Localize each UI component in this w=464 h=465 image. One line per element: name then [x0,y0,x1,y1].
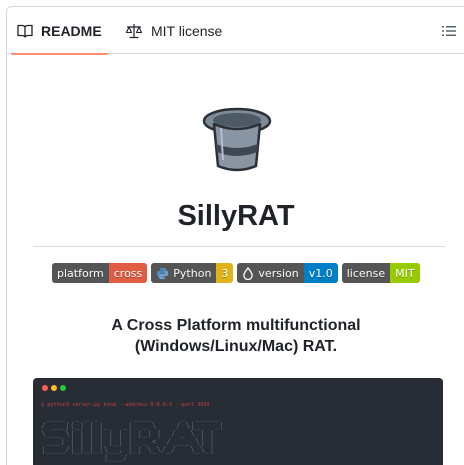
tab-mit-license[interactable]: MIT license [125,7,222,54]
minimize-dot [51,385,57,391]
terminal-screenshot: $ python3 server.py bind --address 0.0.0… [33,378,443,465]
outline-button[interactable] [439,21,459,41]
scale-icon [125,23,143,38]
tab-mit-license-label: MIT license [151,22,223,39]
maximize-dot [60,385,66,391]
tab-readme[interactable]: README [11,7,108,55]
readme-box: README MIT license SillyRAT platform cro… [6,6,464,465]
tab-readme-label: README [41,22,102,39]
list-outline-icon [442,26,456,36]
readme-description: A Cross Platform multifunctional (Window… [7,315,464,357]
badge-python[interactable]: Python 3 [151,263,234,283]
description-line-1: A Cross Platform multifunctional [111,317,361,334]
badge-version-value: v1.0 [303,263,338,283]
badge-platform[interactable]: platform cross [52,263,148,283]
badge-python-value: 3 [216,263,234,283]
badge-license-label: license [341,263,391,283]
window-controls [42,385,69,391]
badge-version[interactable]: version v1.0 [237,263,338,283]
description-line-2: (Windows/Linux/Mac) RAT. [134,338,338,355]
badge-row: platform cross Python 3 version v1.0 lic… [52,263,424,283]
top-hat-icon [202,107,272,172]
ascii-art-banner: ____ _ _ _ ____ _ _____ / ___|(_) | |_ _… [41,413,225,462]
title-divider [33,246,445,247]
readme-title: SillyRAT [177,200,295,232]
python-icon [157,267,169,279]
badge-platform-label: platform [52,263,109,283]
badge-python-label: Python [173,266,212,280]
book-icon [17,24,33,38]
badge-license-value: MIT [390,263,420,283]
drop-icon [243,266,254,280]
badge-license[interactable]: license MIT [341,263,420,283]
terminal-command: $ python3 server.py bind --address 0.0.0… [41,402,210,408]
badge-version-label: version [258,266,299,280]
close-dot [42,385,48,391]
readme-tab-bar: README MIT license [7,7,464,55]
badge-platform-value: cross [108,263,148,283]
